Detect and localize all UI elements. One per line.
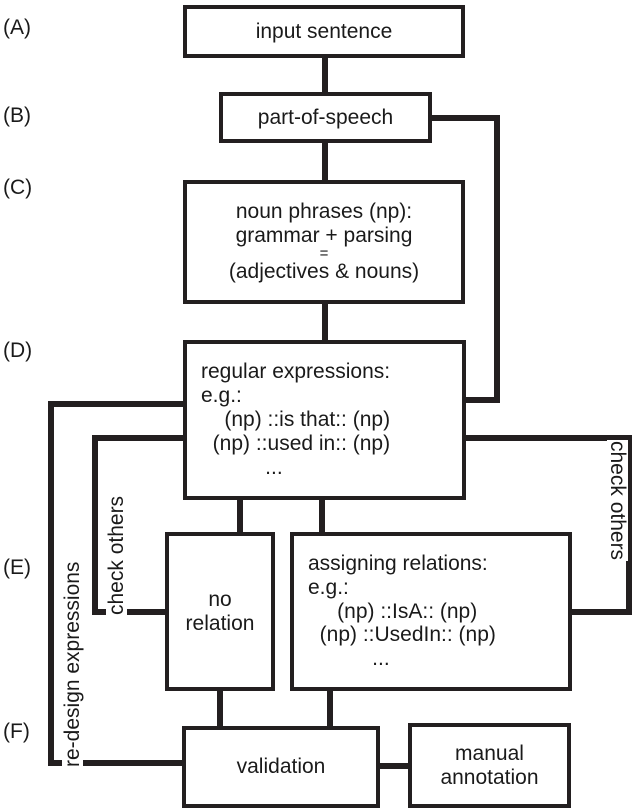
node-regular-expressions[interactable]: regular expressions: e.g.: (np) ::is tha…: [183, 340, 466, 500]
connector-check-others-right-bottom: [566, 609, 632, 615]
node-validation-line-1: validation: [236, 755, 326, 779]
node-regular-expressions-line-2: e.g.:: [201, 384, 242, 408]
stage-label-e: (E): [3, 556, 31, 579]
node-validation[interactable]: validation: [182, 726, 380, 808]
connector-validation-to-manual-annotation: [376, 763, 412, 769]
node-regular-expressions-line-5: ...: [201, 455, 283, 479]
node-assigning-relations-line-5: ...: [308, 647, 390, 671]
node-no-relation-line-1: no: [208, 587, 232, 611]
node-input-sentence[interactable]: input sentence: [183, 5, 465, 58]
node-manual-annotation[interactable]: manual annotation: [408, 723, 571, 808]
node-noun-phrases-equals-sign: =: [319, 245, 329, 263]
node-assigning-relations-line-2: e.g.:: [308, 575, 349, 599]
connector-redesign-vertical: [48, 401, 54, 766]
connector-check-others-left-vertical: [92, 435, 98, 615]
node-input-sentence-line-1: input sentence: [255, 19, 393, 43]
stage-label-f: (F): [3, 720, 30, 743]
node-part-of-speech[interactable]: part-of-speech: [219, 92, 432, 143]
loop-label-check-others-left: check others: [105, 494, 128, 616]
connector-pos-to-np: [322, 141, 328, 181]
flowchart-canvas: (A) (B) (C) (D) (E) (F) re-design expres…: [0, 0, 638, 810]
node-noun-phrases[interactable]: noun phrases (np): grammar + parsing = (…: [183, 180, 465, 304]
connector-pos-bypass-into-regex: [460, 397, 500, 403]
node-no-relation[interactable]: no relation: [165, 532, 275, 691]
connector-redesign-top: [48, 401, 187, 407]
node-assigning-relations[interactable]: assigning relations: e.g.: (np) ::IsA:: …: [290, 532, 572, 691]
node-regular-expressions-line-1: regular expressions:: [201, 360, 391, 384]
node-manual-annotation-line-1: manual: [455, 741, 524, 765]
connector-np-to-regex: [322, 304, 328, 344]
stage-label-c: (C): [3, 176, 33, 199]
connector-check-others-left-bottom: [92, 609, 170, 615]
node-no-relation-line-2: relation: [185, 611, 255, 635]
loop-label-check-others-right: check others: [606, 440, 629, 562]
connector-pos-bypass-top: [428, 115, 500, 121]
connector-regex-to-no-relation: [237, 496, 243, 536]
stage-label-d: (D): [3, 339, 33, 362]
node-assigning-relations-line-1: assigning relations:: [308, 551, 488, 575]
connector-no-relation-to-validation: [217, 687, 223, 729]
stage-label-b: (B): [3, 104, 31, 127]
node-assigning-relations-line-4: (np) ::UsedIn:: (np): [308, 623, 496, 647]
connector-regex-to-assigning: [319, 496, 325, 536]
loop-label-redesign-expressions: re-design expressions: [61, 560, 84, 768]
connector-input-to-pos: [322, 56, 328, 94]
node-noun-phrases-line-1: noun phrases (np):: [235, 200, 413, 224]
node-part-of-speech-line-1: part-of-speech: [257, 105, 394, 129]
node-regular-expressions-line-3: (np) ::is that:: (np): [201, 408, 391, 432]
stage-label-a: (A): [3, 16, 31, 39]
node-assigning-relations-line-3: (np) ::IsA:: (np): [308, 599, 478, 623]
node-regular-expressions-line-4: (np) ::used in:: (np): [201, 431, 391, 455]
node-noun-phrases-line-4: (adjectives & nouns): [228, 259, 420, 283]
connector-check-others-left-top: [92, 435, 187, 441]
node-manual-annotation-line-2: annotation: [440, 765, 539, 789]
connector-assigning-to-validation: [327, 687, 333, 729]
connector-pos-bypass-vertical: [494, 115, 500, 403]
